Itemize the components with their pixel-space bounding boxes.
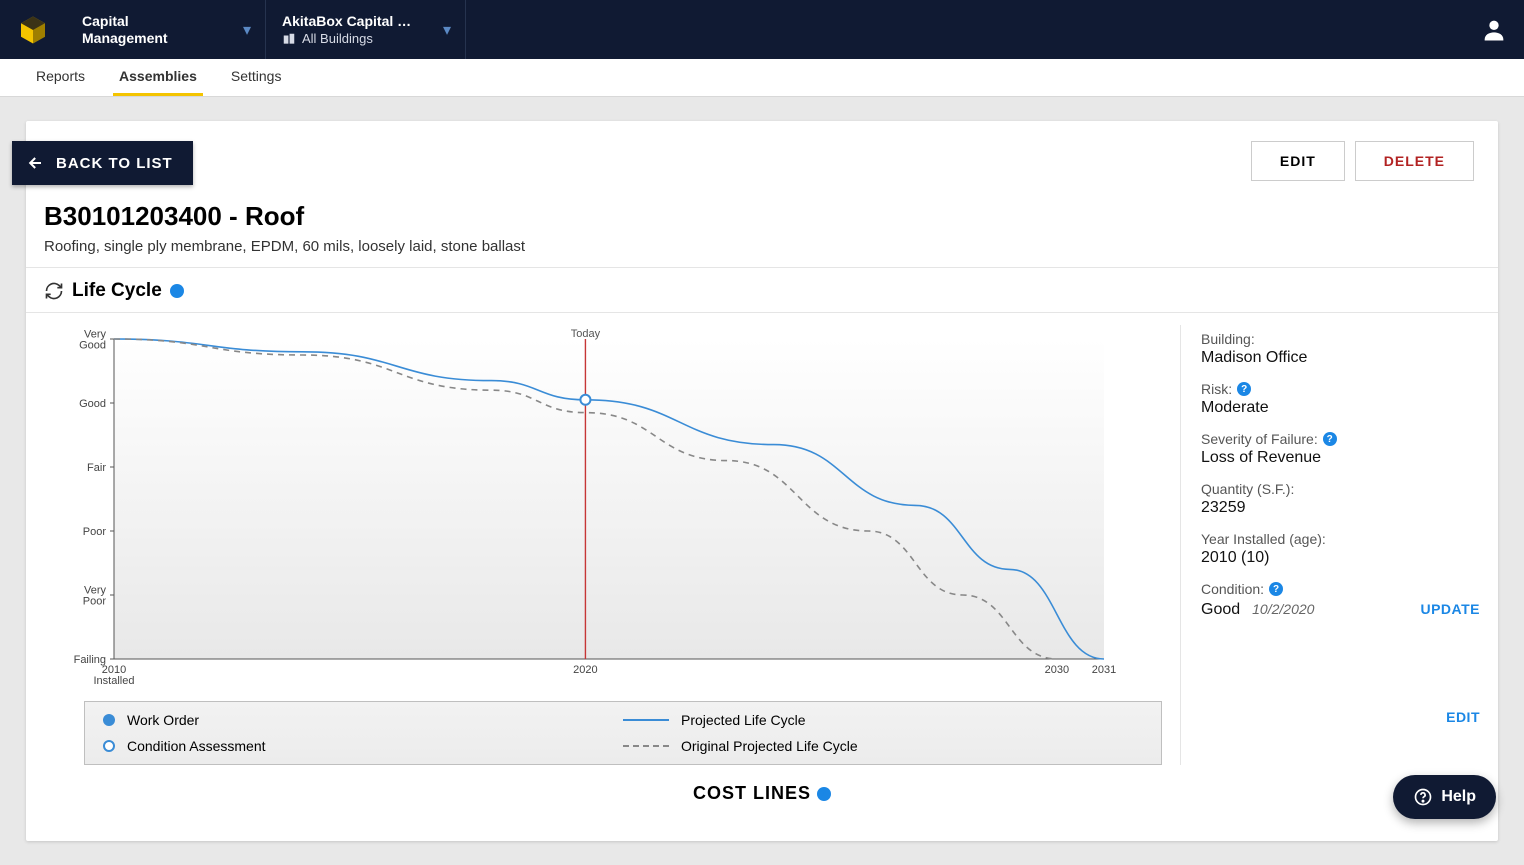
building-label: Building: [1201, 331, 1480, 347]
svg-text:Installed: Installed [94, 675, 135, 687]
svg-text:2020: 2020 [573, 664, 597, 676]
app-header: Capital Management ▾ AkitaBox Capital … … [0, 0, 1524, 59]
line-solid-icon [623, 719, 669, 721]
chart-legend: Work Order Projected Life Cycle Conditio… [84, 701, 1162, 765]
tab-assemblies[interactable]: Assemblies [113, 59, 203, 96]
svg-text:Poor: Poor [83, 596, 107, 608]
org-subline: All Buildings [282, 31, 411, 46]
refresh-icon [44, 281, 64, 301]
svg-text:2031: 2031 [1092, 664, 1116, 676]
svg-text:Good: Good [79, 340, 106, 352]
help-circle-icon [1413, 787, 1433, 807]
edit-link[interactable]: EDIT [1201, 709, 1480, 725]
dot-hollow-icon [103, 740, 115, 752]
condition-date: 10/2/2020 [1252, 601, 1314, 617]
update-link[interactable]: UPDATE [1420, 601, 1480, 617]
avatar-icon [1480, 16, 1508, 44]
back-button[interactable]: BACK TO LIST [12, 141, 193, 185]
help-icon[interactable]: ? [170, 284, 184, 298]
dot-filled-icon [103, 714, 115, 726]
quantity-value: 23259 [1201, 499, 1480, 517]
page-subtitle: Roofing, single ply membrane, EPDM, 60 m… [44, 238, 1480, 255]
detail-panel: BACK TO LIST EDIT DELETE B30101203400 - … [26, 121, 1498, 841]
svg-text:Poor: Poor [83, 526, 107, 538]
condition-value: Good [1201, 601, 1240, 619]
svg-text:Today: Today [571, 328, 601, 340]
condition-label: Condition: [1201, 581, 1264, 597]
legend-condition: Condition Assessment [103, 738, 623, 754]
buildings-icon [282, 32, 296, 46]
help-icon[interactable]: ? [817, 787, 831, 801]
arrow-left-icon [26, 153, 46, 173]
tab-settings[interactable]: Settings [225, 59, 288, 96]
risk-value: Moderate [1201, 399, 1480, 417]
legend-work-order: Work Order [103, 712, 623, 728]
help-icon[interactable]: ? [1237, 382, 1251, 396]
help-icon[interactable]: ? [1269, 582, 1283, 596]
legend-original: Original Projected Life Cycle [623, 738, 1143, 754]
help-widget[interactable]: Help [1393, 775, 1496, 819]
tab-reports[interactable]: Reports [30, 59, 91, 96]
year-value: 2010 (10) [1201, 549, 1480, 567]
building-value: Madison Office [1201, 349, 1480, 367]
svg-text:Good: Good [79, 398, 106, 410]
org-label: AkitaBox Capital … [282, 13, 411, 29]
action-bar: EDIT DELETE [1251, 141, 1474, 181]
module-selector[interactable]: Capital Management ▾ [66, 0, 266, 59]
life-cycle-header: Life Cycle ? [26, 267, 1498, 313]
detail-sidebar: Building: Madison Office Risk:? Moderate… [1180, 325, 1480, 765]
help-icon[interactable]: ? [1323, 432, 1337, 446]
year-label: Year Installed (age): [1201, 531, 1480, 547]
page-title: B30101203400 - Roof [44, 201, 1480, 232]
caret-down-icon: ▾ [443, 20, 451, 40]
svg-text:2030: 2030 [1045, 664, 1069, 676]
life-cycle-chart: VeryGoodGoodFairPoorVeryPoorFailing2010I… [44, 325, 1180, 765]
cost-lines-header: COST LINES ? [26, 765, 1498, 804]
edit-button[interactable]: EDIT [1251, 141, 1345, 181]
quantity-label: Quantity (S.F.): [1201, 481, 1480, 497]
nav-tabs: Reports Assemblies Settings [0, 59, 1524, 97]
line-dashed-icon [623, 745, 669, 747]
severity-label: Severity of Failure: [1201, 431, 1318, 447]
risk-label: Risk: [1201, 381, 1232, 397]
caret-down-icon: ▾ [243, 20, 251, 40]
module-label: Capital Management [82, 13, 168, 45]
delete-button[interactable]: DELETE [1355, 141, 1474, 181]
severity-value: Loss of Revenue [1201, 449, 1480, 467]
user-menu[interactable] [1464, 0, 1524, 59]
app-logo [0, 15, 66, 45]
org-selector[interactable]: AkitaBox Capital … All Buildings ▾ [266, 0, 466, 59]
legend-projected: Projected Life Cycle [623, 712, 1143, 728]
svg-text:Fair: Fair [87, 462, 106, 474]
